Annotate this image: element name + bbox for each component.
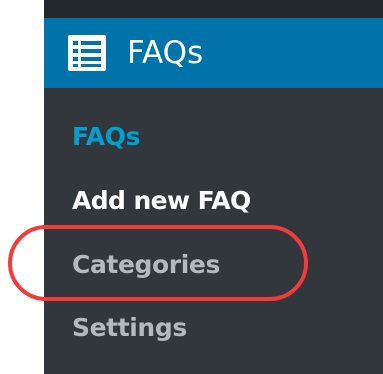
faqs-submenu: FAQs Add new FAQ Categories Settings bbox=[44, 88, 383, 374]
submenu-item-settings[interactable]: Settings bbox=[72, 312, 187, 344]
page: FAQs FAQs Add new FAQ Categories Setting… bbox=[0, 0, 383, 374]
faqs-menu-label[interactable]: FAQs bbox=[127, 34, 203, 72]
submenu-item-add-new-faq[interactable]: Add new FAQ bbox=[72, 185, 251, 217]
submenu-item-categories[interactable]: Categories bbox=[72, 249, 220, 281]
menu-top-strip bbox=[44, 0, 383, 18]
admin-sidebar-menu: FAQs FAQs Add new FAQ Categories Setting… bbox=[44, 0, 383, 374]
faqs-menu-header[interactable]: FAQs bbox=[44, 18, 383, 88]
submenu-item-faqs[interactable]: FAQs bbox=[72, 121, 140, 153]
list-icon bbox=[68, 35, 106, 71]
